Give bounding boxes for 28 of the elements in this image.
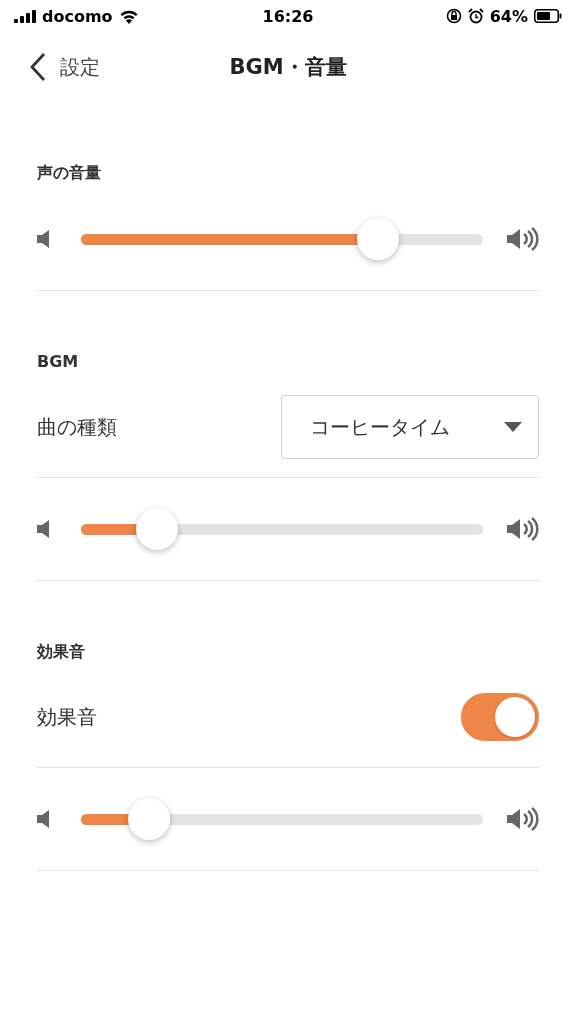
signal-icon [14,9,36,23]
volume-slider[interactable] [81,797,483,841]
section-heading: 効果音 [37,641,86,663]
slider-thumb[interactable] [136,508,179,550]
song-dropdown[interactable]: コーヒータイム [281,395,539,459]
volume-slider[interactable] [81,507,483,551]
caret-icon [504,422,522,432]
slider-thumb[interactable] [128,798,171,840]
speaker-loud-icon [507,227,539,251]
wifi-icon [118,8,139,24]
volume-slider[interactable] [81,217,483,261]
back-button[interactable]: 設定 [30,52,100,82]
speaker-loud-icon [507,517,539,541]
section-heading: BGM [37,351,80,373]
speaker-loud-icon [507,807,539,831]
battery-icon [534,9,562,23]
row-label: 曲の種類 [37,413,118,441]
carrier-name: docomo [42,6,113,26]
chevron-left-icon [30,52,46,82]
slider-thumb[interactable] [357,218,400,260]
status-time: 16:26 [262,6,314,26]
alarm-icon [467,8,484,24]
rotation-lock-icon [445,8,462,24]
section-heading: 声の音量 [37,162,102,184]
battery-percent: 64% [489,6,528,26]
row-label: 効果音 [37,703,98,731]
toggle-switch[interactable] [461,693,539,741]
page-title: BGM・音量 [229,54,347,81]
